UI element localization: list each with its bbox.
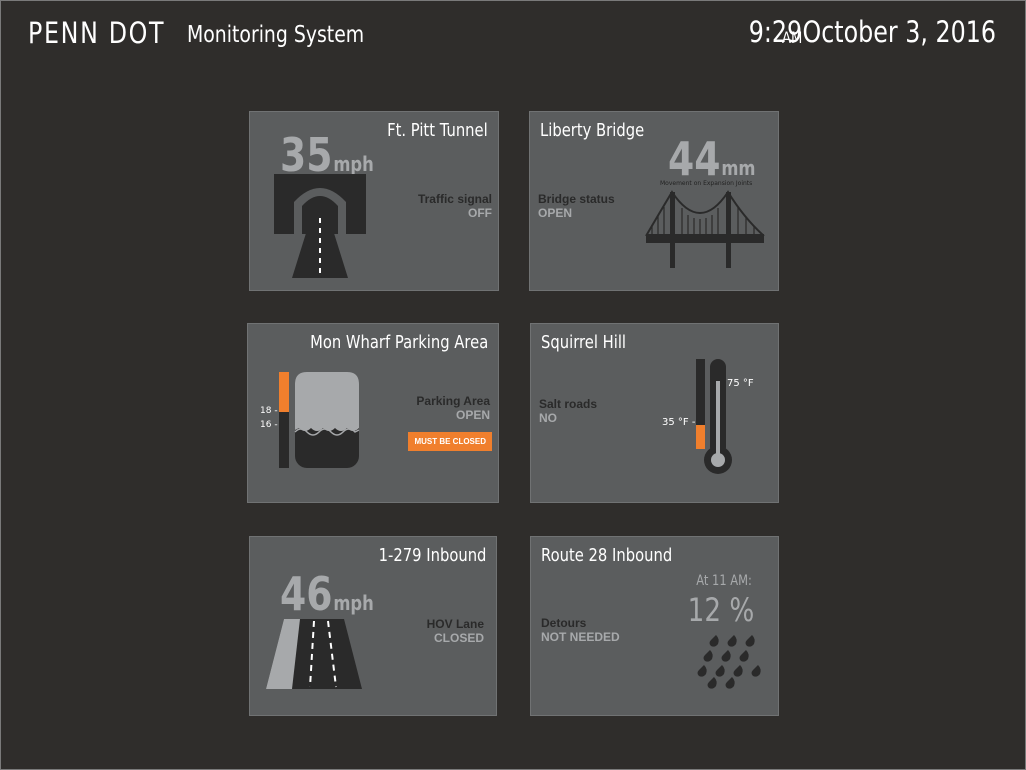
temperature-low-label: 35 °F - [662, 417, 696, 428]
brand-title: PENN DOT [28, 16, 166, 50]
water-level-tick-high: 18 - [260, 406, 278, 416]
current-date: October 3, 2016 [802, 15, 996, 49]
panel-liberty-bridge[interactable]: Liberty Bridge 44mm Movement on Expansio… [529, 111, 779, 291]
forecast-time-label: At 11 AM: [696, 573, 752, 589]
water-level-gauge [279, 372, 289, 468]
hov-lane-label: HOV Lane [426, 617, 484, 631]
panel-title: Mon Wharf Parking Area [309, 332, 488, 353]
panel-title: Squirrel Hill [541, 332, 627, 353]
panel-route28-inbound[interactable]: Route 28 Inbound At 11 AM: 12 % Detours … [530, 536, 779, 716]
flood-water-icon [294, 372, 360, 468]
suspension-bridge-icon [645, 190, 765, 268]
precipitation-chance-value: 12 % [687, 591, 754, 629]
speed-readout: 46mph [280, 567, 374, 621]
panel-mon-wharf-parking[interactable]: Mon Wharf Parking Area 18 - 16 - Parking… [247, 323, 499, 503]
thermometer-icon [704, 359, 732, 474]
panel-i279-inbound[interactable]: 1-279 Inbound 46mph HOV Lane CLOSED [249, 536, 497, 716]
rain-drops-icon [697, 635, 761, 689]
panel-ft-pitt-tunnel[interactable]: Ft. Pitt Tunnel 35mph Traffic signal OFF [249, 111, 499, 291]
panel-title: Liberty Bridge [540, 120, 645, 141]
tunnel-icon [274, 174, 366, 278]
panel-title: 1-279 Inbound [378, 545, 486, 566]
parking-area-label: Parking Area [416, 394, 490, 408]
screen-frame [0, 0, 1026, 770]
water-level-tick-low: 16 - [260, 420, 278, 430]
salt-roads-label: Salt roads [539, 397, 598, 411]
traffic-signal-value: OFF [468, 206, 492, 220]
bridge-status-value: OPEN [538, 206, 573, 220]
salt-roads-value: NO [539, 411, 557, 425]
panel-squirrel-hill[interactable]: Squirrel Hill Salt roads NO 35 °F - 75 °… [530, 323, 779, 503]
parking-area-value: OPEN [455, 408, 490, 422]
traffic-signal-label: Traffic signal [417, 192, 492, 206]
hov-lane-value: CLOSED [433, 631, 484, 645]
detours-label: Detours [541, 616, 587, 630]
panel-title: Route 28 Inbound [541, 545, 673, 566]
detours-value: NOT NEEDED [541, 630, 620, 644]
must-be-closed-badge: MUST BE CLOSED [408, 432, 492, 451]
bridge-status-label: Bridge status [538, 192, 615, 206]
app-subtitle: Monitoring System [187, 22, 365, 48]
highway-lanes-icon [266, 619, 362, 689]
joint-movement-caption: Movement on Expansion Joints [660, 180, 753, 187]
